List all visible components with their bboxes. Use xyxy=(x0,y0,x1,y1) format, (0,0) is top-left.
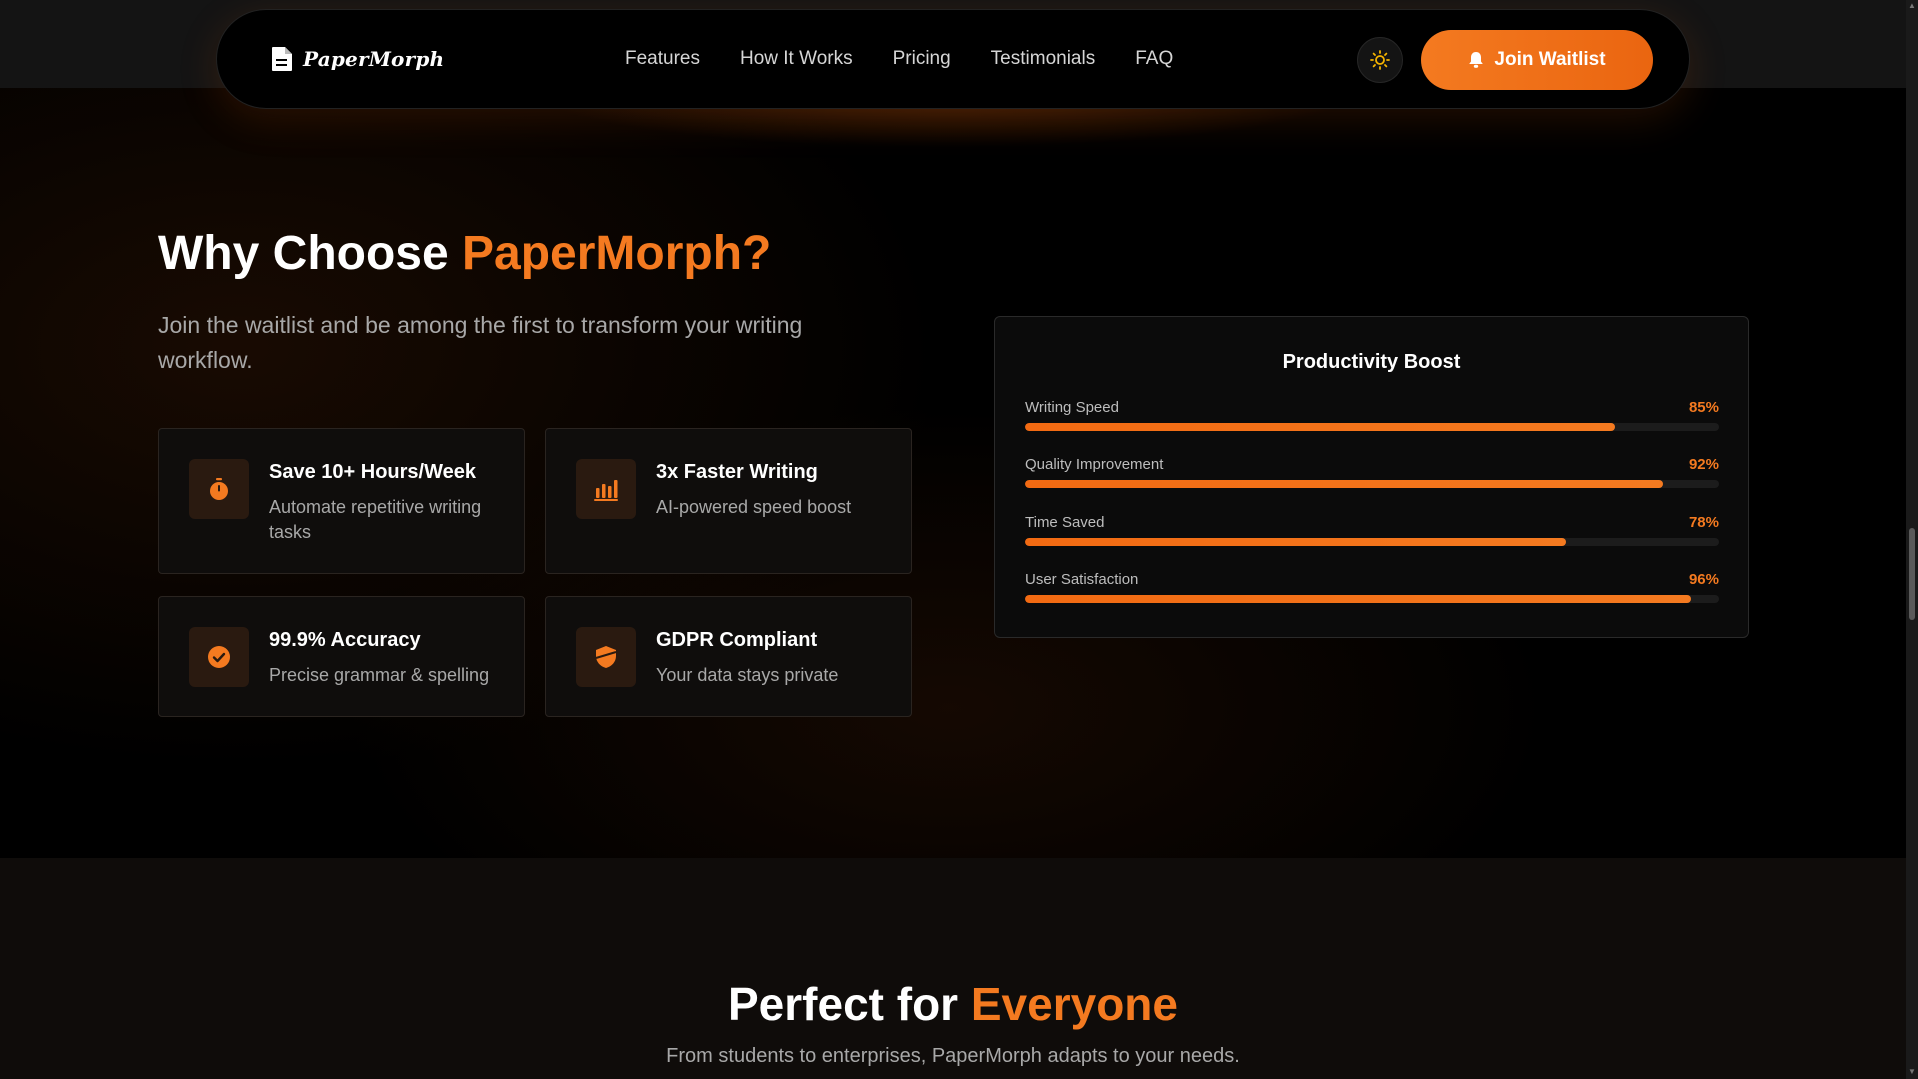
feature-card-desc: AI-powered speed boost xyxy=(656,497,852,517)
logo[interactable]: PaperMorph xyxy=(271,46,444,72)
everyone-title-prefix: Perfect for xyxy=(728,978,971,1030)
theme-toggle-button[interactable] xyxy=(1357,37,1403,83)
sun-icon xyxy=(1370,50,1390,70)
nav-link-pricing[interactable]: Pricing xyxy=(893,48,951,70)
why-title-accent: PaperMorph? xyxy=(462,227,772,280)
progress-fill xyxy=(1025,538,1567,546)
scroll-up-arrow-icon[interactable]: ▲ xyxy=(1908,2,1916,10)
join-waitlist-button[interactable]: Join Waitlist xyxy=(1421,30,1653,90)
feature-card-title: 3x Faster Writing xyxy=(656,461,818,483)
feature-card-gdpr: GDPR Compliant Your data stays private xyxy=(545,596,912,717)
productivity-panel: Productivity Boost Writing Speed 85% Qua… xyxy=(994,316,1749,638)
everyone-title: Perfect for Everyone xyxy=(0,977,1906,1031)
metric-label: User Satisfaction xyxy=(1025,571,1139,588)
progress-track xyxy=(1025,423,1719,431)
nav-links: Features How It Works Pricing Testimonia… xyxy=(625,48,1213,70)
progress-track xyxy=(1025,480,1719,488)
bar-chart-icon xyxy=(576,459,636,519)
feature-card-desc: Automate repetitive writing tasks xyxy=(269,497,482,542)
check-circle-icon xyxy=(189,627,249,687)
page: PaperMorph Features How It Works Pricing… xyxy=(0,0,1906,1079)
productivity-title: Productivity Boost xyxy=(1282,351,1461,373)
metric-user-satisfaction: User Satisfaction 96% xyxy=(1025,571,1719,611)
metric-value: 96% xyxy=(1688,571,1719,588)
feature-card-accuracy: 99.9% Accuracy Precise grammar & spellin… xyxy=(158,596,525,717)
nav-link-how-it-works[interactable]: How It Works xyxy=(740,48,853,70)
everyone-subtitle: From students to enterprises, PaperMorph… xyxy=(666,1045,1240,1067)
metric-label: Time Saved xyxy=(1025,514,1105,531)
why-title-prefix: Why Choose xyxy=(158,227,463,280)
progress-fill xyxy=(1025,480,1664,488)
document-icon xyxy=(272,47,292,71)
nav-link-features[interactable]: Features xyxy=(625,48,700,70)
metric-value: 85% xyxy=(1688,399,1719,416)
stopwatch-icon xyxy=(189,459,249,519)
nav-link-testimonials[interactable]: Testimonials xyxy=(991,48,1096,70)
metric-value: 92% xyxy=(1688,456,1719,473)
nav-link-faq[interactable]: FAQ xyxy=(1135,48,1173,70)
everyone-title-accent: Everyone xyxy=(970,978,1178,1030)
metric-label: Quality Improvement xyxy=(1025,456,1164,473)
metric-writing-speed: Writing Speed 85% xyxy=(1025,399,1719,439)
progress-fill xyxy=(1025,423,1615,431)
scrollbar-thumb[interactable] xyxy=(1909,528,1915,620)
why-choose-subtitle: Join the waitlist and be among the first… xyxy=(158,312,803,373)
progress-fill xyxy=(1025,595,1692,603)
bell-icon xyxy=(1469,52,1484,68)
feature-card-desc: Your data stays private xyxy=(656,665,839,685)
shield-icon xyxy=(576,627,636,687)
progress-track xyxy=(1025,595,1719,603)
metric-time-saved: Time Saved 78% xyxy=(1025,514,1719,554)
brand-name: PaperMorph xyxy=(303,47,445,71)
feature-card-desc: Precise grammar & spelling xyxy=(269,665,490,685)
scroll-down-arrow-icon[interactable]: ▼ xyxy=(1908,1068,1916,1076)
feature-card-save-hours: Save 10+ Hours/Week Automate repetitive … xyxy=(158,428,525,574)
feature-card-title: GDPR Compliant xyxy=(656,629,818,651)
navbar: PaperMorph Features How It Works Pricing… xyxy=(216,9,1690,109)
metric-label: Writing Speed xyxy=(1025,399,1119,416)
why-choose-title: Why Choose PaperMorph? xyxy=(158,226,771,281)
join-waitlist-label: Join Waitlist xyxy=(1494,49,1606,70)
feature-card-title: Save 10+ Hours/Week xyxy=(269,461,476,483)
page-scrollbar[interactable]: ▲ ▼ xyxy=(1906,0,1918,1079)
progress-track xyxy=(1025,538,1719,546)
metric-value: 78% xyxy=(1688,514,1719,531)
feature-card-faster-writing: 3x Faster Writing AI-powered speed boost xyxy=(545,428,912,574)
metric-quality-improvement: Quality Improvement 92% xyxy=(1025,456,1719,496)
feature-card-title: 99.9% Accuracy xyxy=(269,629,421,651)
